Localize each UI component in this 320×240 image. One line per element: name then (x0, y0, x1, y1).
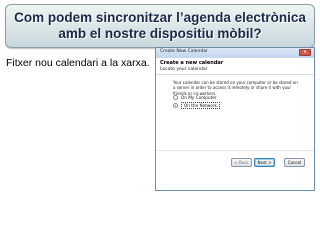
wizard-subheading: Locate your calendar (160, 67, 208, 72)
back-button[interactable]: < Back (231, 158, 252, 167)
next-button[interactable]: Next > (254, 158, 275, 167)
create-calendar-dialog: Create New Calendar x Create a new calen… (155, 47, 315, 191)
option-on-the-network[interactable]: On the Network (173, 102, 220, 109)
radio-unchecked-icon[interactable] (173, 95, 178, 100)
option-label-computer: On My Computer (181, 95, 217, 100)
slide-caption: Fitxer nou calendari a la xarxa. (6, 57, 150, 69)
window-titlebar: Create New Calendar x (156, 48, 314, 58)
window-title: Create New Calendar (160, 49, 208, 54)
wizard-description: Your calendar can be stored on your comp… (173, 80, 298, 96)
option-label-network: On the Network (181, 102, 220, 109)
wizard-heading: Create a new calendar (160, 60, 224, 66)
slide-title: Com podem sincronitzar l’agenda electròn… (5, 4, 315, 48)
option-on-my-computer[interactable]: On My Computer (173, 95, 217, 100)
slide-title-line-2: amb el nostre dispositiu mòbil? (58, 26, 262, 41)
wizard-header: Create a new calendar Locate your calend… (156, 58, 314, 75)
radio-checked-icon[interactable] (173, 103, 178, 108)
cancel-button[interactable]: Cancel (284, 158, 305, 167)
close-button[interactable]: x (299, 49, 311, 56)
slide-title-line-1: Com podem sincronitzar l’agenda electròn… (14, 10, 306, 25)
wizard-footer: < Back Next > Cancel (156, 150, 314, 175)
wizard-body: Your calendar can be stored on your comp… (156, 75, 314, 175)
